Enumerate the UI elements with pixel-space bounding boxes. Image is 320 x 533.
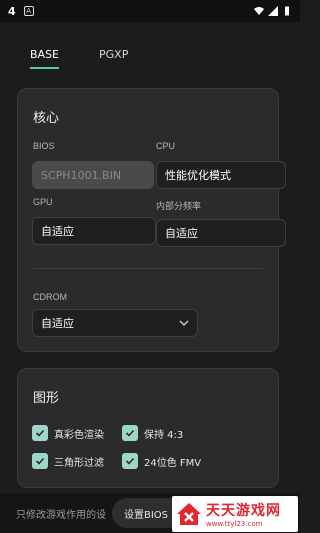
bios-label: BIOS <box>33 141 55 151</box>
cdrom-label: CDROM <box>33 292 67 302</box>
truecolor-label: 真彩色渲染 <box>54 429 104 441</box>
section-divider <box>33 268 263 269</box>
chevron-down-icon <box>179 320 189 326</box>
cpu-value: 性能优化模式 <box>165 169 231 182</box>
internal-resolution-label: 内部分频率 <box>156 201 202 211</box>
graphics-section-title: 图形 <box>33 391 60 406</box>
watermark-logo: 天天游戏网 www.ttyl23.com <box>172 496 298 532</box>
gpu-value: 自适应 <box>41 225 74 238</box>
keep-aspect-checkbox[interactable]: 保持 4:3 <box>122 425 183 441</box>
bios-field: SCPH1001.BIN <box>32 161 154 189</box>
keep-aspect-label: 保持 4:3 <box>144 429 184 441</box>
internal-resolution-value: 自适应 <box>165 227 198 240</box>
fmv-24bit-label: 24位色 FMV <box>144 457 202 469</box>
fmv-24bit-checkbox[interactable]: 24位色 FMV <box>122 453 201 469</box>
watermark-text: 天天游戏网 <box>206 503 281 519</box>
notification-icon: A <box>23 6 34 16</box>
wifi-icon <box>254 7 264 15</box>
triangle-filter-label: 三角形过滤 <box>54 457 104 469</box>
house-logo-icon <box>177 503 201 525</box>
status-time: 4 <box>8 4 16 18</box>
tab-base[interactable]: BASE <box>30 48 60 69</box>
core-settings-card: 核心 BIOS SCPH1001.BIN CPU 性能优化模式 GPU 自适应 … <box>17 88 286 352</box>
gpu-label: GPU <box>33 197 53 207</box>
cpu-label: CPU <box>156 141 176 151</box>
battery-icon <box>285 6 289 16</box>
core-section-title: 核心 <box>33 111 60 126</box>
tab-bar: BASE PGXP <box>30 48 128 69</box>
gpu-select[interactable]: 自适应 <box>32 217 156 245</box>
graphics-settings-card: 图形 真彩色渲染 保持 4:3 三角形过滤 24位色 FMV <box>17 368 279 488</box>
internal-resolution-select[interactable]: 自适应 <box>156 219 286 247</box>
cdrom-value: 自适应 <box>41 317 74 330</box>
tab-pgxp[interactable]: PGXP <box>99 48 128 69</box>
cpu-select[interactable]: 性能优化模式 <box>156 161 286 189</box>
signal-icon <box>268 6 278 16</box>
check-icon <box>32 425 48 441</box>
cdrom-select[interactable]: 自适应 <box>32 309 198 337</box>
watermark-url: www.ttyl23.com <box>206 520 263 528</box>
check-icon <box>122 425 138 441</box>
triangle-filter-checkbox[interactable]: 三角形过滤 <box>32 453 104 469</box>
truecolor-checkbox[interactable]: 真彩色渲染 <box>32 425 104 441</box>
bottom-hint-text: 只修改游戏作用的设 <box>16 509 106 521</box>
status-icons <box>254 6 292 16</box>
check-icon <box>32 453 48 469</box>
bios-value: SCPH1001.BIN <box>41 168 122 182</box>
status-bar: 4 A <box>0 0 300 22</box>
check-icon <box>122 453 138 469</box>
